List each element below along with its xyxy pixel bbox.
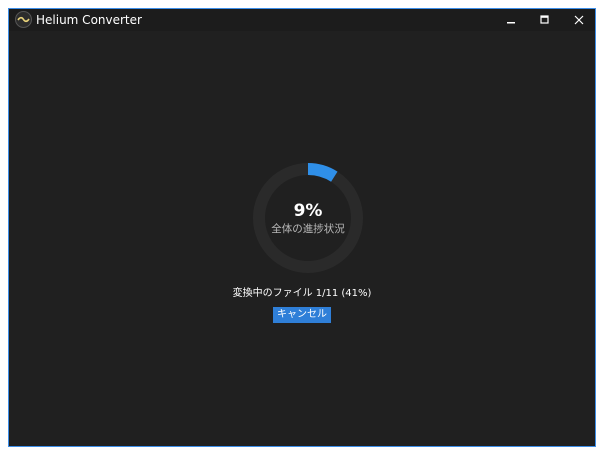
overall-progress-label: 全体の進捗状況: [271, 223, 345, 235]
current-file-status: 変換中のファイル 1/11 (41%): [232, 288, 372, 299]
main-content: 9% 全体の進捗状況 変換中のファイル 1/11 (41%) キャンセル: [9, 31, 595, 446]
minimize-button[interactable]: [495, 9, 529, 31]
close-icon: [574, 15, 584, 25]
overall-progress-percent: 9%: [293, 201, 323, 221]
cancel-button[interactable]: キャンセル: [273, 307, 331, 323]
helium-app-icon: [15, 11, 32, 28]
app-window: Helium Converter 9% 全体の進捗状況 変換中のファイル 1/1…: [8, 8, 596, 447]
maximize-button[interactable]: [528, 9, 562, 31]
close-button[interactable]: [562, 9, 595, 31]
overall-progress-ring: 9% 全体の進捗状況: [251, 161, 365, 275]
window-title: Helium Converter: [36, 13, 142, 27]
minimize-icon: [507, 22, 515, 24]
title-bar[interactable]: Helium Converter: [9, 9, 595, 31]
maximize-icon: [540, 15, 549, 24]
